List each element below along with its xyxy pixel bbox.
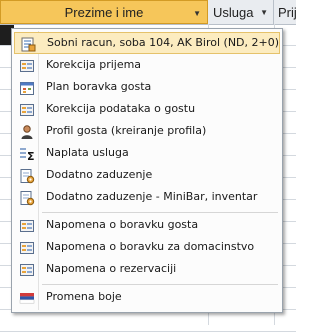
calendar-icon [19,80,35,96]
form-icon [19,218,35,234]
menu-item-label: Dodatno zaduzenje - MiniBar, inventar [46,190,258,203]
menu-item-promena-boje[interactable]: Promena boje [14,287,280,309]
menu-item-label: Napomena o boravku gosta [46,218,199,231]
context-menu: Sobni racun, soba 104, AK Birol (ND, 2+0… [11,28,283,313]
menu-item-label: Korekcija prijema [46,58,142,71]
menu-item-label: Naplata usluga [46,146,129,159]
column-header-usluga[interactable]: Usluga ▼ [208,0,274,24]
menu-separator [42,284,278,285]
menu-item-dodatno-zaduzenje[interactable]: Dodatno zaduzenje [14,165,280,187]
form-icon [19,262,35,278]
menu-item-label: Napomena o boravku za domacinstvo [46,240,255,253]
menu-item-dodatno-zaduzenje-minibar[interactable]: Dodatno zaduzenje - MiniBar, inventar [14,187,280,209]
person-icon [19,124,35,140]
gear-doc-icon [19,190,35,206]
column-header-label: Usluga [213,4,254,20]
menu-item-label: Profil gosta (kreiranje profila) [46,124,207,137]
menu-item-plan-boravka-gosta[interactable]: Plan boravka gosta [14,77,280,99]
menu-item-korekcija-prijema[interactable]: Korekcija prijema [14,55,280,77]
menu-item-label: Napomena o rezervaciji [46,262,177,275]
column-header-prezime-i-ime[interactable]: Prezime i ime ▼ [0,0,208,24]
menu-item-napomena-o-boravku-gosta[interactable]: Napomena o boravku gosta [14,215,280,237]
chevron-down-icon[interactable]: ▼ [260,8,268,17]
svg-text:Σ: Σ [27,150,35,162]
table-row[interactable] [0,310,296,332]
column-header-label: Prij [278,4,296,20]
menu-item-label: Korekcija podataka o gostu [46,102,196,115]
gear-doc-icon [19,168,35,184]
form-icon [19,58,35,74]
menu-item-napomena-za-domacinstvo[interactable]: Napomena o boravku za domacinstvo [14,237,280,259]
menu-item-napomena-o-rezervaciji[interactable]: Napomena o rezervaciji [14,259,280,281]
sum-icon: Σ [19,146,35,163]
column-header-label: Prezime i ime [64,4,144,20]
menu-item-korekcija-podataka-o-gostu[interactable]: Korekcija podataka o gostu [14,99,280,121]
menu-item-label: Dodatno zaduzenje [46,168,153,181]
form-icon [19,102,35,118]
receipt-icon [20,36,36,52]
menu-item-sobni-racun[interactable]: Sobni racun, soba 104, AK Birol (ND, 2+0… [14,32,280,54]
menu-item-label: Sobni racun, soba 104, AK Birol (ND, 2+0… [47,36,280,49]
datasheet-header: Prezime i ime ▼ Usluga ▼ Prij [0,0,296,25]
menu-item-profil-gosta[interactable]: Profil gosta (kreiranje profila) [14,121,280,143]
flag-icon [19,290,35,306]
form-icon [19,240,35,256]
chevron-down-icon[interactable]: ▼ [193,9,201,18]
menu-item-naplata-usluga[interactable]: Σ Naplata usluga [14,143,280,165]
menu-item-label: Promena boje [46,290,122,303]
menu-item-label: Plan boravka gosta [46,80,152,93]
column-header-prij[interactable]: Prij [274,0,296,24]
menu-separator [42,212,278,213]
